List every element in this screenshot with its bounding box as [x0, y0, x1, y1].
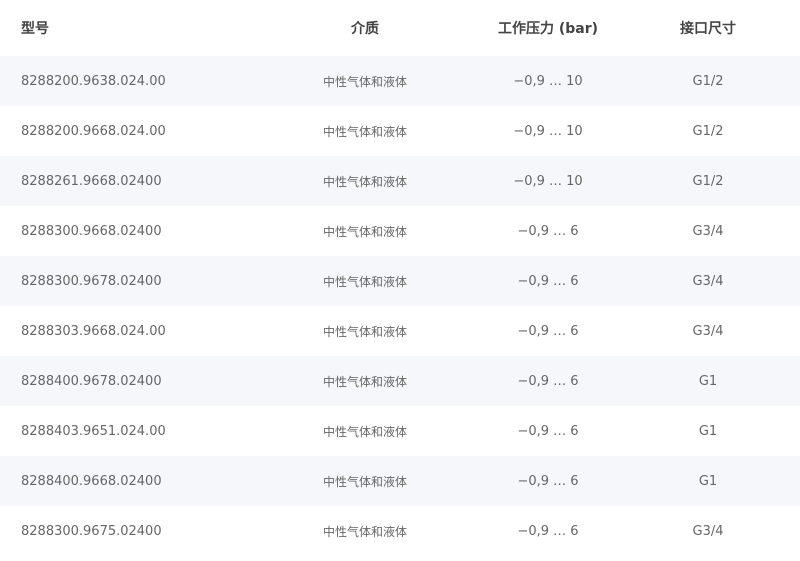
table-row: 8288261.9668.02400 中性气体和液体 −0,9 … 10 G1/2 — [0, 156, 800, 206]
cell-port-size: G3/4 — [692, 323, 724, 339]
cell-port-size: G1/2 — [692, 173, 724, 189]
table-row: 8288403.9651.024.00 中性气体和液体 −0,9 … 6 G1 — [0, 406, 800, 456]
cell-medium: 中性气体和液体 — [322, 124, 407, 139]
header-working-pressure: 工作压力 (bar) — [497, 21, 599, 37]
cell-port-size: G1 — [698, 473, 718, 489]
cell-model: 8288261.9668.02400 — [21, 173, 162, 189]
cell-model: 8288403.9651.024.00 — [21, 423, 166, 439]
header-port-size: 接口尺寸 — [680, 21, 736, 37]
cell-medium: 中性气体和液体 — [322, 524, 407, 539]
cell-port-size: G1/2 — [692, 73, 724, 89]
product-spec-table: 型号 介质 工作压力 (bar) 接口尺寸 8288200.9638.024.0… — [0, 0, 800, 556]
cell-working-pressure: −0,9 … 6 — [517, 323, 579, 339]
cell-model: 8288400.9668.02400 — [21, 473, 162, 489]
cell-model: 8288300.9675.02400 — [21, 523, 162, 539]
cell-model: 8288300.9668.02400 — [21, 223, 162, 239]
cell-model: 8288300.9678.02400 — [21, 273, 162, 289]
cell-model: 8288400.9678.02400 — [21, 373, 162, 389]
header-medium: 介质 — [351, 21, 379, 37]
table-row: 8288300.9668.02400 中性气体和液体 −0,9 … 6 G3/4 — [0, 206, 800, 256]
cell-medium: 中性气体和液体 — [322, 474, 407, 489]
table-row: 8288400.9678.02400 中性气体和液体 −0,9 … 6 G1 — [0, 356, 800, 406]
table-body: 8288200.9638.024.00 中性气体和液体 −0,9 … 10 G1/2 8… — [0, 56, 800, 556]
cell-medium: 中性气体和液体 — [322, 374, 407, 389]
table-row: 8288300.9678.02400 中性气体和液体 −0,9 … 6 G3/4 — [0, 256, 800, 306]
cell-medium: 中性气体和液体 — [322, 224, 407, 239]
cell-medium: 中性气体和液体 — [322, 324, 407, 339]
cell-working-pressure: −0,9 … 10 — [513, 73, 583, 89]
cell-working-pressure: −0,9 … 10 — [513, 173, 583, 189]
cell-working-pressure: −0,9 … 6 — [517, 273, 579, 289]
cell-model: 8288303.9668.024.00 — [21, 323, 166, 339]
cell-model: 8288200.9638.024.00 — [21, 73, 166, 89]
cell-medium: 中性气体和液体 — [322, 174, 407, 189]
header-model: 型号 — [21, 21, 49, 37]
cell-port-size: G1 — [698, 423, 718, 439]
table-row: 8288300.9675.02400 中性气体和液体 −0,9 … 6 G3/4 — [0, 506, 800, 556]
cell-working-pressure: −0,9 … 6 — [517, 223, 579, 239]
cell-working-pressure: −0,9 … 6 — [517, 423, 579, 439]
cell-medium: 中性气体和液体 — [322, 74, 407, 89]
cell-medium: 中性气体和液体 — [322, 424, 407, 439]
table-row: 8288200.9668.024.00 中性气体和液体 −0,9 … 10 G1/2 — [0, 106, 800, 156]
table-row: 8288303.9668.024.00 中性气体和液体 −0,9 … 6 G3/4 — [0, 306, 800, 356]
cell-working-pressure: −0,9 … 10 — [513, 123, 583, 139]
cell-port-size: G3/4 — [692, 523, 724, 539]
cell-working-pressure: −0,9 … 6 — [517, 373, 579, 389]
cell-port-size: G3/4 — [692, 223, 724, 239]
cell-port-size: G1 — [698, 373, 718, 389]
cell-working-pressure: −0,9 … 6 — [517, 523, 579, 539]
table-row: 8288400.9668.02400 中性气体和液体 −0,9 … 6 G1 — [0, 456, 800, 506]
cell-working-pressure: −0,9 … 6 — [517, 473, 579, 489]
table-row: 8288200.9638.024.00 中性气体和液体 −0,9 … 10 G1/2 — [0, 56, 800, 106]
cell-port-size: G3/4 — [692, 273, 724, 289]
cell-model: 8288200.9668.024.00 — [21, 123, 166, 139]
cell-medium: 中性气体和液体 — [322, 274, 407, 289]
cell-port-size: G1/2 — [692, 123, 724, 139]
table-header-row: 型号 介质 工作压力 (bar) 接口尺寸 — [0, 0, 800, 56]
